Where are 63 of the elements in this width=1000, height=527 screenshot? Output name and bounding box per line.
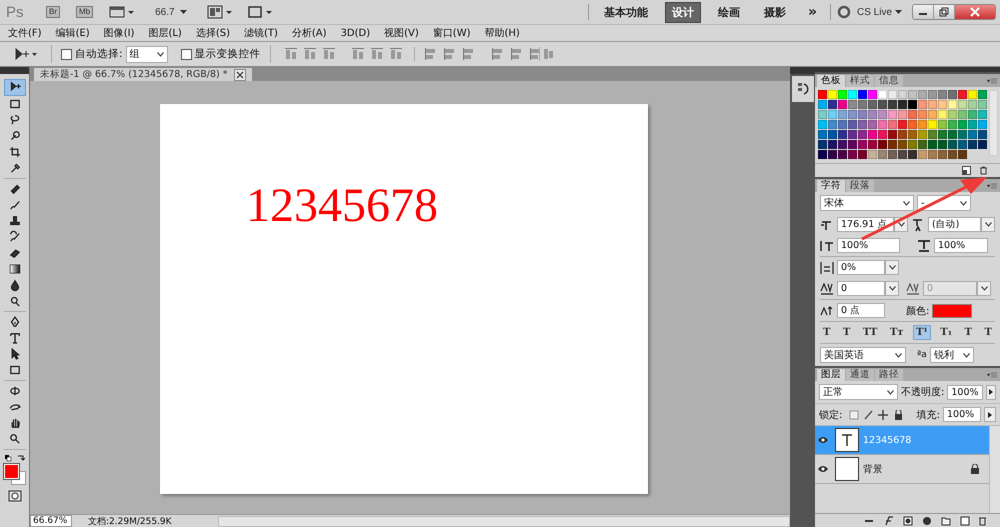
workspace-tab[interactable]: 基本功能	[596, 2, 655, 22]
text-style-button[interactable]: T¹	[912, 325, 931, 340]
text-style-button[interactable]: TT	[860, 325, 880, 340]
panel-tab[interactable]: 字符	[817, 180, 845, 192]
tsume-field[interactable]: 0%	[837, 260, 885, 275]
antialias-label: ªa	[917, 350, 927, 360]
cs-live-button[interactable]: CS Live	[856, 6, 902, 18]
menu-item[interactable]: 滤镜(T)	[244, 26, 278, 40]
panel-tab[interactable]: 图层	[817, 369, 845, 381]
language-dropdown[interactable]: 美国英语	[820, 347, 906, 363]
leading-field[interactable]: (自动)	[928, 217, 982, 232]
workspace-tab[interactable]: 摄影	[756, 2, 793, 22]
document-tab[interactable]: 未标题-1 @ 66.7% (12345678, RGB/8) *	[34, 68, 252, 81]
panel-tab[interactable]: 通道	[846, 369, 874, 381]
kerning-field[interactable]: 0	[837, 281, 885, 296]
document-size: 文档:2.29M/255.9K	[88, 516, 172, 527]
fill-label: 填充:	[916, 408, 940, 422]
layer-row[interactable]: 背景	[815, 455, 989, 484]
menu-item[interactable]: 图层(L)	[148, 26, 182, 40]
menu-item[interactable]: 分析(A)	[292, 26, 327, 40]
lock-label: 锁定:	[819, 408, 842, 422]
zoom-field[interactable]: 66.67%	[30, 515, 72, 527]
color-label: 颜色:	[906, 304, 930, 318]
more-workspaces-button[interactable]: »	[802, 3, 822, 21]
menu-item[interactable]: 窗口(W)	[432, 26, 470, 40]
opacity-label: 不透明度:	[901, 386, 944, 399]
bridge-button[interactable]: Mb	[76, 6, 94, 18]
menu-item[interactable]: 帮助(H)	[484, 26, 520, 40]
text-style-button[interactable]: T	[962, 325, 975, 340]
blend-mode-dropdown[interactable]: 正常	[819, 384, 898, 400]
vertical-scale-field[interactable]: 100%	[837, 238, 900, 253]
opacity-field[interactable]: 100%	[947, 384, 983, 400]
fill-field[interactable]: 100%	[943, 407, 981, 422]
app-logo: Ps	[6, 4, 25, 20]
panel-tab[interactable]: 路径	[875, 369, 903, 381]
zoom-dropdown[interactable]: 66.7	[149, 6, 193, 18]
auto-select-label: 自动选择:	[75, 47, 123, 61]
auto-select-dropdown[interactable]: 组	[126, 46, 168, 62]
baseline-shift-field[interactable]: 0 点	[837, 303, 885, 318]
text-style-button[interactable]: T	[820, 325, 834, 340]
text-style-button[interactable]: Tт	[886, 325, 906, 340]
panel-tab[interactable]: 段落	[846, 180, 874, 192]
show-transform-label: 显示变换控件	[194, 47, 261, 61]
menu-item[interactable]: 图像(I)	[104, 26, 134, 40]
bridge-button[interactable]: Br	[46, 6, 60, 18]
workspace-tab[interactable]: 绘画	[710, 2, 747, 22]
menu-item[interactable]: 文件(F)	[8, 26, 42, 40]
menu-item[interactable]: 视图(V)	[384, 26, 419, 40]
menu-item[interactable]: 选择(S)	[196, 26, 230, 40]
menu-item[interactable]: 3D(D)	[340, 28, 370, 38]
layer-name[interactable]: 背景	[863, 462, 883, 476]
text-style-button[interactable]: T	[840, 325, 854, 340]
text-style-button[interactable]: T₁	[937, 325, 956, 340]
panel-tab[interactable]: 样式	[846, 75, 874, 87]
text-style-button[interactable]: T	[981, 325, 995, 340]
canvas-text: 12345678	[246, 182, 438, 230]
font-family-dropdown[interactable]: 宋体	[820, 195, 914, 211]
workspace-tab[interactable]: 设计	[664, 2, 701, 22]
panel-tab[interactable]: 色板	[817, 75, 845, 87]
antialias-dropdown[interactable]: 锐利	[930, 347, 974, 363]
menu-item[interactable]: 编辑(E)	[56, 26, 90, 40]
panel-tab[interactable]: 信息	[875, 75, 903, 87]
horizontal-scale-field[interactable]: 100%	[934, 238, 988, 253]
